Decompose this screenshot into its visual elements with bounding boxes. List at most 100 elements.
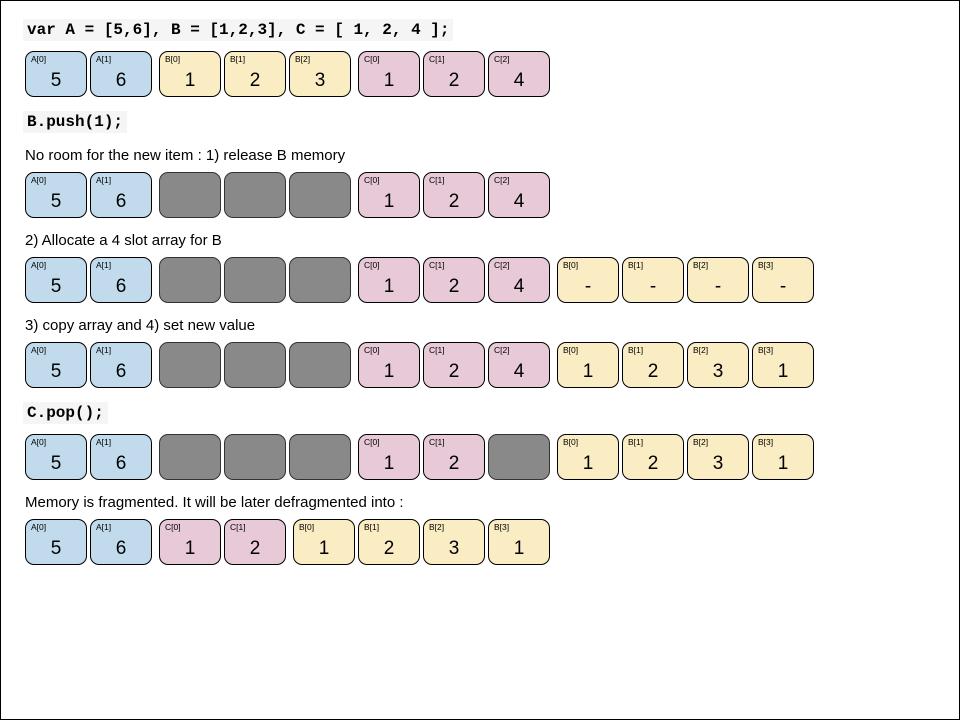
- memory-cell-empty: [159, 434, 221, 480]
- memory-cell-B1: B[1] 2: [224, 51, 286, 97]
- cell-value: 1: [778, 361, 789, 383]
- memory-cell-C1: C[1] 2: [423, 342, 485, 388]
- cell-value: 2: [449, 191, 460, 213]
- memory-row-3: A[0]5A[1]6C[0]1C[1]2C[2]4B[0]-B[1]-B[2]-…: [25, 257, 937, 303]
- memory-cell-A0: A[0] 5: [25, 519, 87, 565]
- cell-value: 2: [648, 453, 659, 475]
- cell-label: C[0]: [165, 522, 181, 532]
- memory-cell-empty: [159, 172, 221, 218]
- cell-label: B[0]: [563, 345, 578, 355]
- cell-value: 2: [384, 538, 395, 560]
- cell-label: B[2]: [295, 54, 310, 64]
- cell-label: A[1]: [96, 345, 111, 355]
- caption-allocate: 2) Allocate a 4 slot array for B: [25, 232, 937, 249]
- cell-label: C[1]: [429, 345, 445, 355]
- cell-label: B[2]: [693, 260, 708, 270]
- memory-cell-empty: [159, 257, 221, 303]
- cell-value: 6: [116, 361, 127, 383]
- memory-cell-C0: C[0]1: [358, 434, 420, 480]
- cell-label: B[2]: [429, 522, 444, 532]
- memory-cell-C0: C[0] 1: [159, 519, 221, 565]
- cell-value: 1: [778, 453, 789, 475]
- cell-label: B[3]: [758, 260, 773, 270]
- cell-value: -: [585, 276, 591, 298]
- memory-cell-B3: B[3]-: [752, 257, 814, 303]
- memory-cell-B0: B[0]-: [557, 257, 619, 303]
- cell-label: B[1]: [628, 345, 643, 355]
- cell-value: 1: [384, 70, 395, 92]
- cell-label: A[1]: [96, 260, 111, 270]
- cell-label: B[1]: [230, 54, 245, 64]
- memory-cell-A1: A[1]6: [90, 434, 152, 480]
- cell-label: B[3]: [758, 345, 773, 355]
- memory-cell-B1: B[1] 2: [358, 519, 420, 565]
- cell-value: 2: [449, 453, 460, 475]
- cell-value: 2: [449, 276, 460, 298]
- cell-value: 5: [51, 538, 62, 560]
- cell-label: A[1]: [96, 54, 111, 64]
- cell-value: 6: [116, 538, 127, 560]
- memory-cell-A0: A[0]5: [25, 434, 87, 480]
- diagram-page: var A = [5,6], B = [1,2,3], C = [ 1, 2, …: [0, 0, 960, 720]
- memory-cell-C2: C[2]4: [488, 172, 550, 218]
- memory-cell-B0: B[0]1: [557, 434, 619, 480]
- memory-cell-C0: C[0] 1: [358, 342, 420, 388]
- memory-cell-C1: C[1]2: [224, 519, 286, 565]
- cell-value: 1: [514, 538, 525, 560]
- memory-cell-A0: A[0]5: [25, 342, 87, 388]
- cell-value: 3: [713, 453, 724, 475]
- memory-cell-C0: C[0] 1: [358, 51, 420, 97]
- memory-cell-empty: [289, 172, 351, 218]
- memory-cell-A1: A[1] 6: [90, 519, 152, 565]
- cell-label: A[0]: [31, 260, 46, 270]
- memory-row-6: A[0] 5 A[1] 6 C[0] 1 C[1]2B[0]1 B[1] 2 B[2] 3 B[3] 1: [25, 519, 937, 565]
- cell-label: A[0]: [31, 437, 46, 447]
- memory-cell-B1: B[1] 2: [622, 434, 684, 480]
- memory-cell-B3: B[3] 1: [488, 519, 550, 565]
- cell-label: B[3]: [758, 437, 773, 447]
- cell-label: C[0]: [364, 54, 380, 64]
- cell-value: 2: [648, 361, 659, 383]
- cell-label: A[0]: [31, 522, 46, 532]
- cell-value: 3: [713, 361, 724, 383]
- cell-label: A[1]: [96, 175, 111, 185]
- memory-cell-B1: B[1]-: [622, 257, 684, 303]
- memory-cell-empty: [488, 434, 550, 480]
- cell-value: 6: [116, 70, 127, 92]
- cell-label: B[1]: [364, 522, 379, 532]
- cell-label: B[1]: [628, 437, 643, 447]
- cell-value: 1: [583, 453, 594, 475]
- cell-value: 6: [116, 276, 127, 298]
- memory-cell-C2: C[2]4: [488, 51, 550, 97]
- memory-cell-empty: [159, 342, 221, 388]
- cell-value: 1: [185, 538, 196, 560]
- cell-value: 3: [449, 538, 460, 560]
- cell-label: A[1]: [96, 522, 111, 532]
- memory-cell-B3: B[3] 1: [752, 342, 814, 388]
- cell-value: -: [780, 276, 786, 298]
- memory-cell-B0: B[0]1: [293, 519, 355, 565]
- cell-label: B[2]: [693, 437, 708, 447]
- cell-value: 2: [449, 361, 460, 383]
- memory-cell-C0: C[0]1: [358, 172, 420, 218]
- cell-value: 5: [51, 70, 62, 92]
- memory-cell-B2: B[2] 3: [687, 434, 749, 480]
- cell-value: 2: [250, 70, 261, 92]
- memory-cell-A1: A[1]6: [90, 172, 152, 218]
- memory-cell-A1: A[1] 6: [90, 342, 152, 388]
- cell-value: 5: [51, 276, 62, 298]
- cell-label: C[1]: [429, 437, 445, 447]
- cell-label: A[0]: [31, 54, 46, 64]
- memory-cell-B2: B[2]3: [289, 51, 351, 97]
- cell-label: B[3]: [494, 522, 509, 532]
- cell-label: C[0]: [364, 260, 380, 270]
- cell-value: 1: [384, 361, 395, 383]
- cell-value: -: [650, 276, 656, 298]
- cell-value: 4: [514, 70, 525, 92]
- memory-cell-B2: B[2] 3: [423, 519, 485, 565]
- memory-cell-B0: B[0]1: [159, 51, 221, 97]
- cell-label: A[0]: [31, 175, 46, 185]
- memory-cell-C1: C[1] 2: [423, 434, 485, 480]
- cell-value: 4: [514, 361, 525, 383]
- cell-label: C[0]: [364, 345, 380, 355]
